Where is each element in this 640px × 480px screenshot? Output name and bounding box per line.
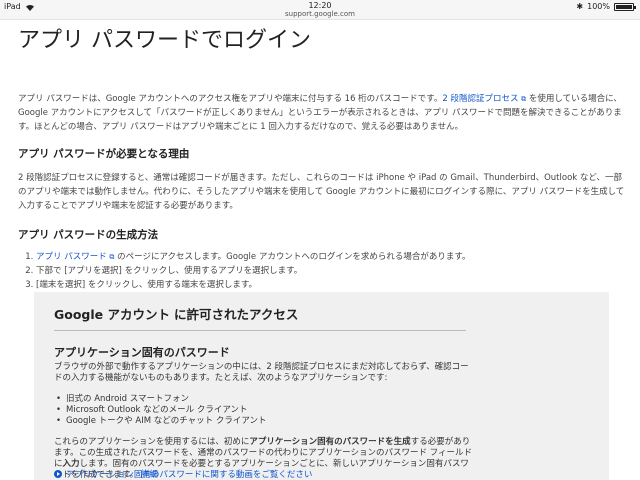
panel-title-rest: に許可されたアクセス: [173, 307, 299, 322]
reason-paragraph: 2 段階認証プロセスに登録すると、通常は確認コードが届きます。ただし、これらのコ…: [18, 173, 625, 211]
intro-text-1: アプリ パスワードは、Google アカウントへのアクセス権をアプリや端末に付与…: [18, 94, 443, 104]
step-3-text: をクリックし、使用する端末を選択します。: [87, 280, 257, 290]
step-2-text: をクリックし、使用するアプリを選択します。: [124, 266, 303, 276]
video-link-label[interactable]: アプリケーション固有のパスワードに関する動画をご覧ください: [66, 468, 312, 480]
steps-list: アプリ パスワード ⧉ のページにアクセスします。Google アカウントへのロ…: [18, 250, 628, 292]
intro-paragraph: アプリ パスワードは、Google アカウントへのアクセス権をアプリや端末に付与…: [18, 92, 628, 134]
list-item: Google トークや AIM などのチャット クライアント: [54, 416, 474, 427]
two-step-link[interactable]: 2 段階認証プロセス: [442, 94, 518, 104]
app-examples-list: 旧式の Android スマートフォン Microsoft Outlook など…: [54, 394, 474, 427]
step-1-text: のページにアクセスします。Google アカウントへのログインを求められる場合が…: [117, 252, 471, 262]
list-item: Microsoft Outlook などのメール クライアント: [54, 405, 474, 416]
external-link-icon[interactable]: ⧉: [521, 95, 526, 103]
step-1: アプリ パスワード ⧉ のページにアクセスします。Google アカウントへのロ…: [36, 250, 628, 264]
external-link-icon[interactable]: ⧉: [109, 253, 114, 261]
para2-text-a: これらのアプリケーションを使用するには、初めに: [54, 437, 250, 447]
step-2: 下部で [アプリを選択] をクリックし、使用するアプリを選択します。: [36, 264, 628, 278]
select-device-label: [端末を選択]: [36, 280, 86, 290]
battery-percent: 100%: [587, 2, 610, 11]
video-link[interactable]: アプリケーション固有のパスワードに関する動画をご覧ください: [54, 468, 312, 480]
article: アプリ パスワードでログイン アプリ パスワードは、Google アカウントへの…: [18, 20, 628, 292]
step-3: [端末を選択] をクリックし、使用する端末を選択します。: [36, 278, 628, 292]
page-title: アプリ パスワードでログイン: [18, 28, 311, 53]
step-2-pre: 下部で: [36, 266, 62, 276]
play-icon: [54, 470, 62, 478]
para2-bold-generate: アプリケーション固有のパスワードを生成: [249, 437, 411, 447]
app-passwords-link[interactable]: アプリ パスワード: [36, 252, 107, 262]
panel-body: ブラウザの外部で動作するアプリケーションの中には、2 段階認証プロセスにまだ対応…: [54, 362, 474, 480]
status-bar: iPad 12:20 support.google.com ✱ 100%: [0, 0, 640, 20]
address-url[interactable]: support.google.com: [0, 10, 640, 18]
status-time: 12:20: [308, 1, 332, 10]
battery-icon: [614, 2, 636, 11]
bluetooth-icon: ✱: [576, 1, 584, 11]
panel-title-brand: Google アカウント: [54, 307, 170, 322]
reason-heading: アプリ パスワードが必要となる理由: [18, 148, 190, 160]
panel-subheading: アプリケーション固有のパスワード: [54, 346, 230, 359]
screenshot-panel: Google アカウント に許可されたアクセス アプリケーション固有のパスワード…: [34, 292, 609, 480]
panel-divider: [54, 330, 466, 331]
status-right: ✱ 100%: [576, 1, 636, 11]
panel-paragraph-1: ブラウザの外部で動作するアプリケーションの中には、2 段階認証プロセスにまだ対応…: [54, 362, 469, 383]
list-item: 旧式の Android スマートフォン: [54, 394, 474, 405]
select-app-label: [アプリを選択]: [64, 266, 122, 276]
panel-title: Google アカウント に許可されたアクセス: [54, 304, 298, 323]
generate-heading: アプリ パスワードの生成方法: [18, 229, 159, 241]
